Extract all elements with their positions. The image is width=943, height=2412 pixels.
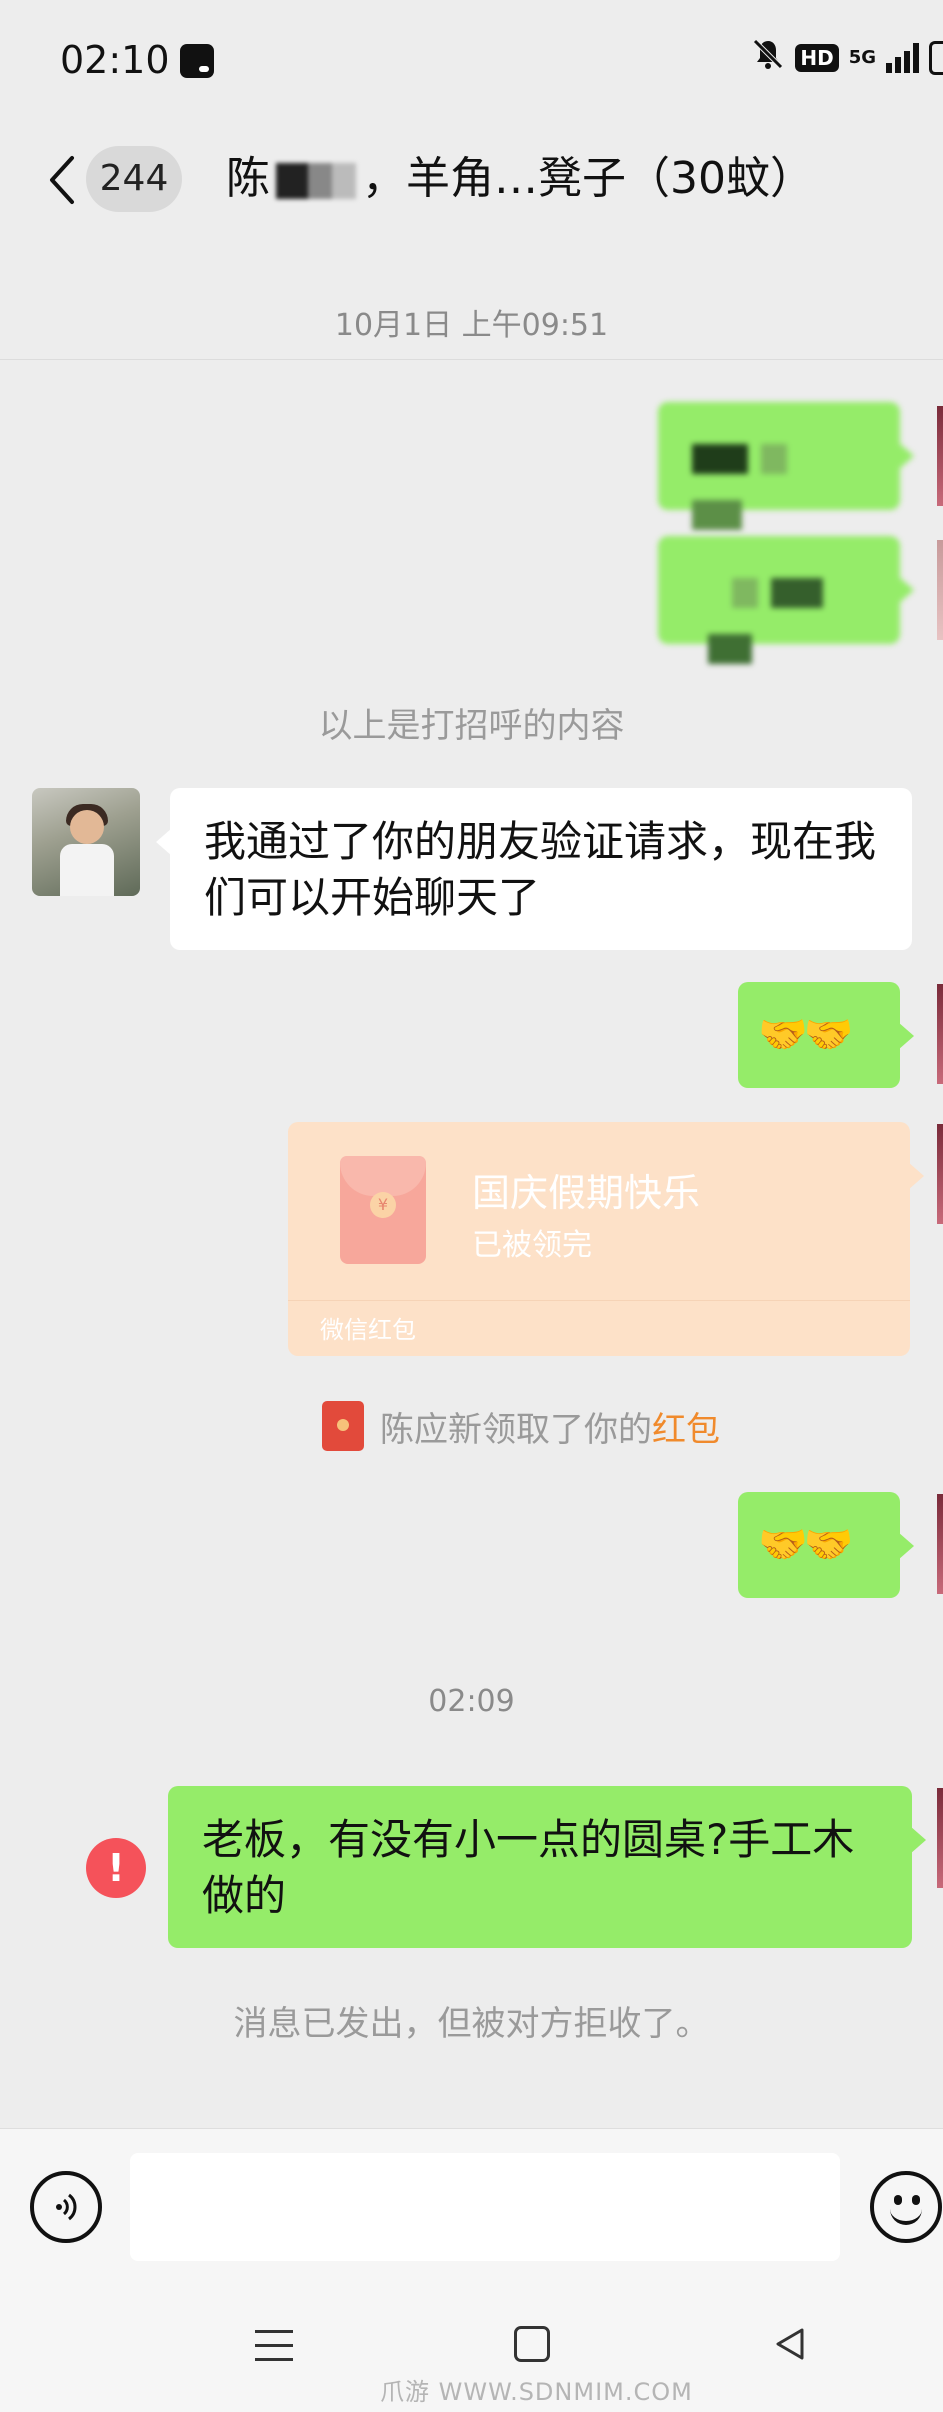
timestamp: 10月1日 上午09:51 xyxy=(334,308,609,343)
red-packet-card[interactable]: ¥ 国庆假期快乐 已被领完 微信红包 xyxy=(288,1122,924,1356)
red-packet-small-icon xyxy=(322,1401,364,1451)
red-packet-status: 已被领完 xyxy=(472,1228,592,1263)
my-avatar[interactable] xyxy=(937,1124,943,1224)
red-packet-footer: 微信红包 xyxy=(320,1316,416,1344)
menu-icon[interactable] xyxy=(255,2330,293,2362)
red-packet-divider xyxy=(288,1300,910,1301)
nav-back-icon[interactable] xyxy=(770,2324,810,2364)
rejected-message[interactable]: 老板，有没有小一点的圆桌?手工木做的 xyxy=(168,1786,926,1948)
status-icons: HD 5G xyxy=(751,38,943,78)
handshake-message[interactable]: 🤝🤝 xyxy=(738,1492,914,1598)
handshake-emoji: 🤝🤝 xyxy=(758,1522,854,1568)
header-divider xyxy=(0,359,943,360)
red-packet-icon: ¥ xyxy=(340,1156,426,1264)
hd-badge: HD xyxy=(795,44,839,72)
send-error-icon[interactable]: ! xyxy=(86,1838,146,1898)
greeting-notice: 以上是打招呼的内容 xyxy=(318,706,625,746)
red-packet-title: 国庆假期快乐 xyxy=(472,1171,701,1215)
back-icon[interactable] xyxy=(44,148,84,212)
friend-avatar[interactable] xyxy=(32,788,140,896)
voice-button[interactable] xyxy=(30,2171,102,2243)
input-bar xyxy=(0,2128,943,2288)
red-packet-notice: 陈应新领取了你的 红包 xyxy=(322,1400,720,1452)
red-packet-link[interactable]: 红包 xyxy=(652,1402,720,1451)
handshake-emoji: 🤝🤝 xyxy=(758,1012,854,1058)
my-avatar[interactable] xyxy=(937,1788,943,1888)
status-time: 02:10 xyxy=(60,38,170,82)
emoji-button[interactable] xyxy=(870,2171,942,2243)
redacted-message-bubble[interactable] xyxy=(658,536,914,664)
handshake-message[interactable]: 🤝🤝 xyxy=(738,982,914,1088)
red-packet-notice-text: 陈应新领取了你的 xyxy=(380,1409,652,1450)
message-input[interactable] xyxy=(130,2153,840,2261)
battery-icon xyxy=(929,41,943,75)
my-avatar[interactable] xyxy=(937,406,943,506)
my-avatar[interactable] xyxy=(937,1494,943,1594)
system-nav-bar: 爪游 WWW.SDNMIM.COM xyxy=(0,2288,943,2412)
app-notification-icon xyxy=(180,44,214,78)
network-label: 5G xyxy=(848,47,876,68)
chat-title: 陈 ，羊角…凳子（30蚊） xyxy=(226,144,814,214)
chat-header: 244 陈 ，羊角…凳子（30蚊） xyxy=(0,120,943,360)
redacted-name xyxy=(276,163,356,199)
status-bar: 02:10 HD 5G xyxy=(0,0,943,120)
signal-icon xyxy=(886,43,919,73)
rejected-notice: 消息已发出，但被对方拒收了。 xyxy=(233,2004,710,2044)
home-icon[interactable] xyxy=(514,2326,550,2362)
redacted-message-bubble[interactable] xyxy=(658,402,914,530)
watermark: 爪游 WWW.SDNMIM.COM xyxy=(380,2378,693,2406)
chat-title-prefix: 陈 xyxy=(226,153,270,204)
my-avatar[interactable] xyxy=(937,540,943,640)
mute-bell-icon xyxy=(751,37,785,79)
my-avatar[interactable] xyxy=(937,984,943,1084)
friend-accept-message[interactable]: 我通过了你的朋友验证请求，现在我们可以开始聊天了 xyxy=(156,788,912,950)
chat-title-suffix: ，羊角…凳子（30蚊） xyxy=(362,153,814,204)
timestamp: 02:09 xyxy=(428,1684,515,1719)
unread-count-badge[interactable]: 244 xyxy=(86,146,182,212)
